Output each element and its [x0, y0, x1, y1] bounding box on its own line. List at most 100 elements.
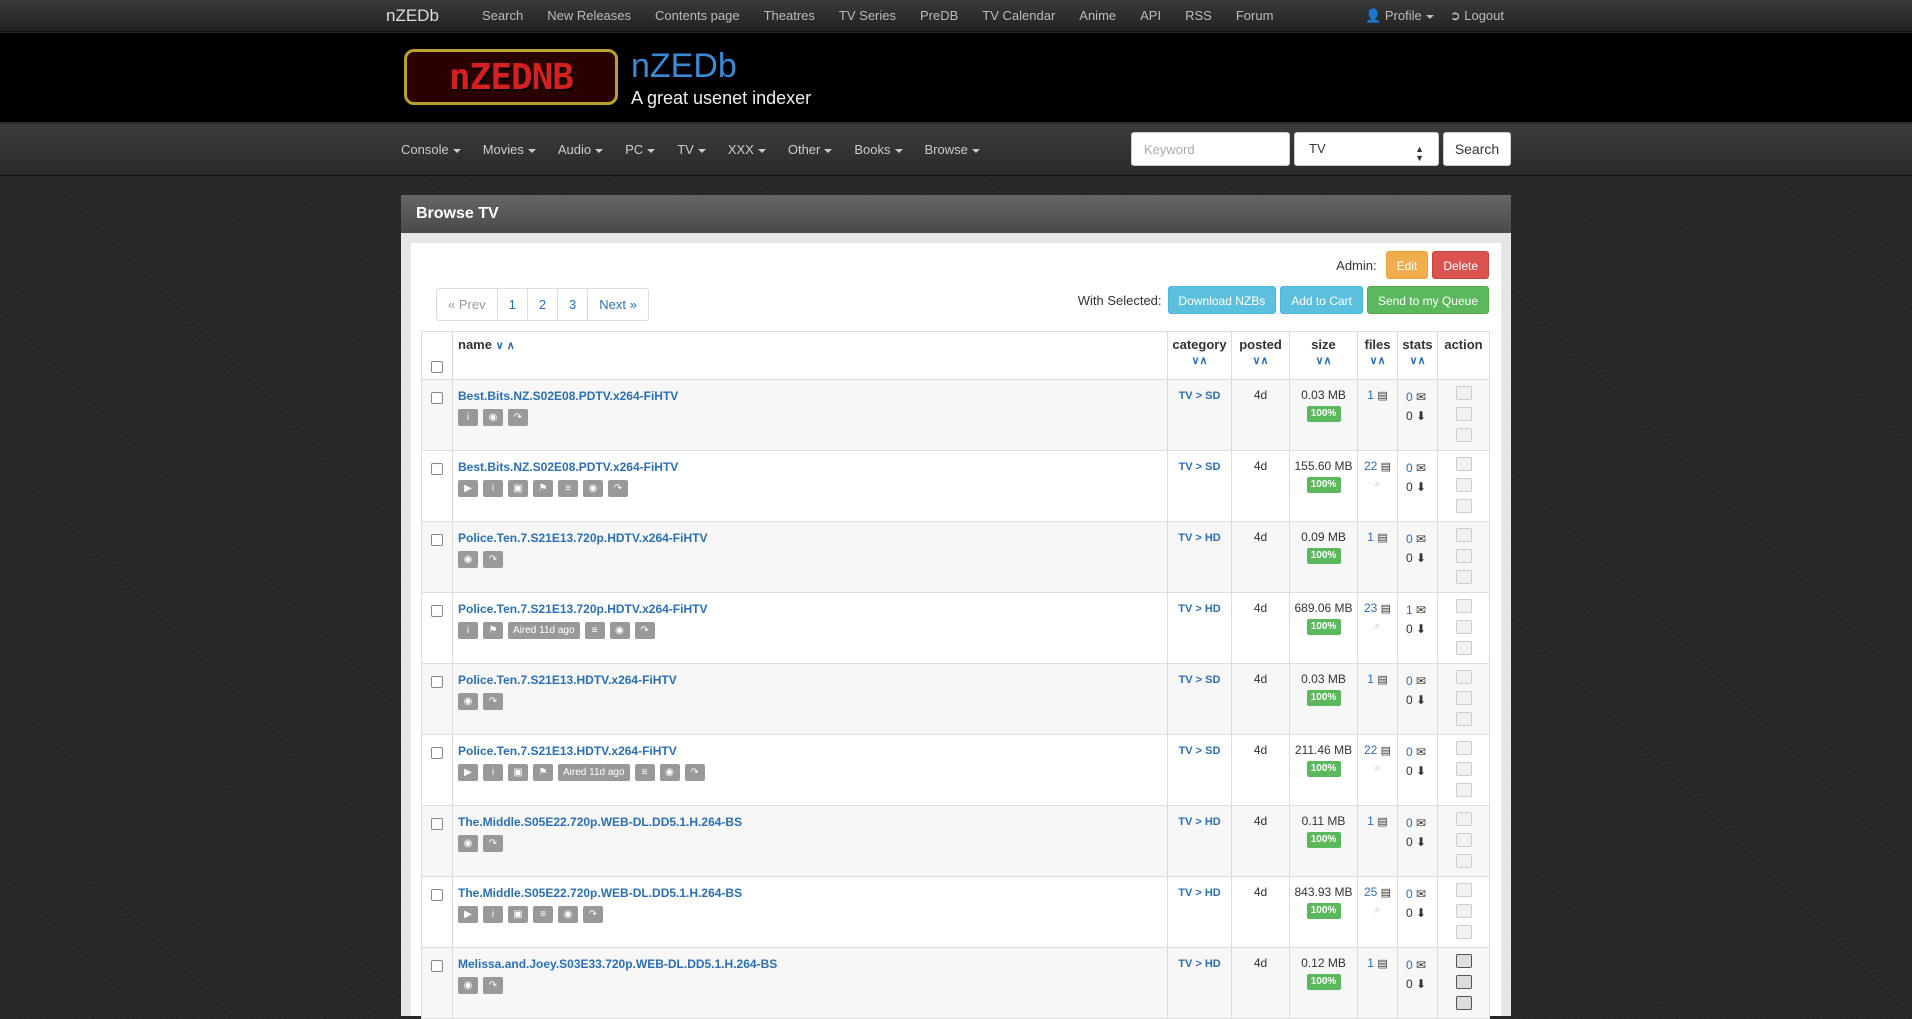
add-to-cart-icon[interactable] [1455, 854, 1472, 868]
add-to-cart-icon[interactable] [1455, 996, 1472, 1010]
download-nzb-icon[interactable] [1455, 599, 1472, 613]
comments-count[interactable]: 0 [1406, 887, 1413, 901]
nav-anime[interactable]: Anime [1067, 0, 1128, 32]
cat-audio[interactable]: Audio [547, 124, 614, 176]
pager-prev[interactable]: « Prev [437, 289, 497, 320]
files-count-link[interactable]: 22 [1364, 459, 1377, 473]
files-count-link[interactable]: 1 [1367, 672, 1374, 686]
download-nzb-icon[interactable] [1455, 812, 1472, 826]
download-nzb-icon[interactable] [1455, 883, 1472, 897]
files-count-link[interactable]: 1 [1367, 814, 1374, 828]
bookmark-icon[interactable]: ⚑ [483, 622, 503, 639]
comments-count[interactable]: 0 [1406, 461, 1413, 475]
list-icon[interactable]: ≡ [533, 906, 553, 923]
files-count-link[interactable]: 25 [1364, 885, 1377, 899]
nav-tv-series[interactable]: TV Series [827, 0, 908, 32]
release-title-link[interactable]: The.Middle.S05E22.720p.WEB-DL.DD5.1.H.26… [458, 815, 1167, 829]
info-icon[interactable]: i [458, 622, 478, 639]
cat-browse[interactable]: Browse [914, 124, 991, 176]
brand-link[interactable]: nZEDb [386, 6, 439, 26]
send-to-queue-icon[interactable] [1455, 762, 1472, 776]
nav-forum[interactable]: Forum [1224, 0, 1286, 32]
sort-icon[interactable]: ∨∧ [1315, 355, 1331, 367]
nav-contents-page[interactable]: Contents page [643, 0, 752, 32]
sort-icon[interactable]: ∨∧ [1409, 355, 1425, 367]
row-checkbox[interactable] [431, 889, 443, 901]
info-icon[interactable]: i [458, 409, 478, 426]
eye-icon[interactable]: ◉ [458, 977, 478, 994]
eye-icon[interactable]: ◉ [458, 835, 478, 852]
download-nzb-icon[interactable] [1455, 741, 1472, 755]
share-icon[interactable]: ↷ [583, 906, 603, 923]
share-icon[interactable]: ↷ [608, 480, 628, 497]
release-title-link[interactable]: Police.Ten.7.S21E13.HDTV.x264-FiHTV [458, 673, 1167, 687]
add-to-cart-icon[interactable] [1455, 783, 1472, 797]
eye-icon[interactable]: ◉ [458, 551, 478, 568]
download-nzb-icon[interactable] [1455, 386, 1472, 400]
camera-icon[interactable]: ▣ [508, 764, 528, 781]
download-nzb-icon[interactable] [1455, 457, 1472, 471]
files-count-link[interactable]: 23 [1364, 601, 1377, 615]
category-link[interactable]: TV > HD [1168, 532, 1231, 544]
logout-link[interactable]: ➲ Logout [1442, 0, 1512, 32]
add-to-cart-icon[interactable] [1455, 428, 1472, 442]
cat-console[interactable]: Console [390, 124, 472, 176]
send-to-queue-icon[interactable] [1455, 833, 1472, 847]
row-checkbox[interactable] [431, 392, 443, 404]
bookmark-icon[interactable]: ⚑ [533, 764, 553, 781]
site-logo[interactable]: nZEDNB [404, 49, 618, 105]
nav-tv-calendar[interactable]: TV Calendar [970, 0, 1067, 32]
sort-icon[interactable]: ∨∧ [1252, 355, 1268, 367]
nav-search[interactable]: Search [470, 0, 535, 32]
comments-count[interactable]: 0 [1406, 816, 1413, 830]
eye-icon[interactable]: ◉ [483, 409, 503, 426]
magnifier-icon[interactable]: ⌕ [1358, 904, 1397, 917]
row-checkbox[interactable] [431, 534, 443, 546]
add-to-cart-icon[interactable] [1455, 712, 1472, 726]
add-to-cart-icon[interactable] [1455, 641, 1472, 655]
send-to-queue-icon[interactable] [1455, 904, 1472, 918]
share-icon[interactable]: ↷ [634, 622, 655, 639]
sort-icon[interactable]: ∨∧ [1369, 355, 1385, 367]
nav-rss[interactable]: RSS [1173, 0, 1224, 32]
comments-count[interactable]: 0 [1406, 674, 1413, 688]
aired-badge[interactable]: Aired 11d ago [558, 764, 630, 781]
category-link[interactable]: TV > SD [1168, 745, 1231, 757]
eye-icon[interactable]: ◉ [609, 622, 630, 639]
download-nzb-icon[interactable] [1455, 528, 1472, 542]
send-to-queue-icon[interactable] [1455, 407, 1472, 421]
row-checkbox[interactable] [431, 818, 443, 830]
release-title-link[interactable]: Police.Ten.7.S21E13.720p.HDTV.x264-FiHTV [458, 531, 1167, 545]
comments-count[interactable]: 0 [1406, 745, 1413, 759]
youtube-icon[interactable]: ▶ [458, 764, 478, 781]
comments-count[interactable]: 1 [1406, 603, 1413, 617]
add-to-cart-button[interactable]: Add to Cart [1280, 286, 1363, 314]
cat-other[interactable]: Other [777, 124, 844, 176]
search-input[interactable] [1131, 132, 1290, 166]
release-title-link[interactable]: Police.Ten.7.S21E13.720p.HDTV.x264-FiHTV [458, 602, 1167, 616]
download-nzb-icon[interactable] [1455, 954, 1472, 968]
category-link[interactable]: TV > HD [1168, 816, 1231, 828]
youtube-icon[interactable]: ▶ [458, 906, 478, 923]
comments-count[interactable]: 0 [1406, 958, 1413, 972]
category-link[interactable]: TV > SD [1168, 390, 1231, 402]
row-checkbox[interactable] [431, 605, 443, 617]
info-icon[interactable]: i [483, 764, 503, 781]
send-to-queue-icon[interactable] [1455, 478, 1472, 492]
nav-theatres[interactable]: Theatres [752, 0, 827, 32]
share-icon[interactable]: ↷ [483, 835, 503, 852]
list-icon[interactable]: ≡ [634, 764, 655, 781]
row-checkbox[interactable] [431, 463, 443, 475]
magnifier-icon[interactable]: ⌕ [1358, 762, 1397, 775]
category-link[interactable]: TV > HD [1168, 958, 1231, 970]
delete-button[interactable]: Delete [1432, 251, 1489, 279]
cat-tv[interactable]: TV [666, 124, 717, 176]
comments-count[interactable]: 0 [1406, 532, 1413, 546]
files-count-link[interactable]: 1 [1367, 388, 1374, 402]
release-title-link[interactable]: Best.Bits.NZ.S02E08.PDTV.x264-FiHTV [458, 460, 1167, 474]
cat-movies[interactable]: Movies [472, 124, 547, 176]
eye-icon[interactable]: ◉ [458, 693, 478, 710]
send-to-queue-icon[interactable] [1455, 975, 1472, 989]
info-icon[interactable]: i [483, 906, 503, 923]
search-category-select[interactable]: TV ▲ ▼ [1294, 132, 1439, 166]
